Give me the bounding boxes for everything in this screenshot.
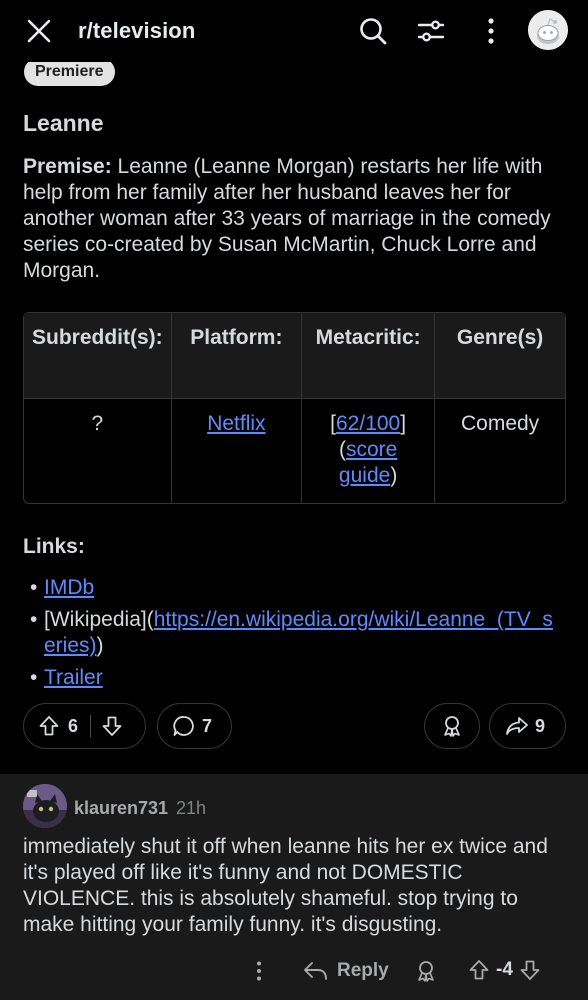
comment-icon (172, 714, 196, 738)
vote-pill: 6 (23, 703, 146, 749)
paren-close: ) (390, 464, 398, 487)
table-header: Subreddit(s): (24, 313, 172, 399)
award-icon[interactable] (414, 959, 438, 983)
metacritic-score-link[interactable]: 62/100 (336, 412, 400, 435)
reply-label: Reply (337, 960, 389, 981)
share-count: 9 (535, 715, 546, 736)
table-header: Platform: (171, 313, 303, 399)
comment-count: 7 (202, 715, 213, 736)
comments-button[interactable]: 7 (157, 703, 232, 749)
links-heading: Links: (23, 535, 85, 558)
filter-icon[interactable] (412, 12, 450, 50)
list-item: Trailer (30, 665, 554, 691)
vote-divider (90, 715, 92, 737)
genre-cell: Comedy (460, 412, 540, 435)
metacritic-cell: [62/100] (score guide) (302, 399, 436, 503)
list-item: [Wikipedia](https://en.wikipedia.org/wik… (30, 607, 554, 659)
share-button[interactable]: 9 (489, 703, 566, 749)
comment-timestamp: 21h (176, 798, 207, 818)
award-icon (440, 714, 464, 738)
wikipedia-prefix: [Wikipedia]( (44, 608, 154, 631)
more-vertical-icon[interactable] (472, 12, 510, 50)
post-heading: Leanne (23, 110, 104, 136)
downvote-icon[interactable] (101, 715, 123, 737)
show-info-table: Subreddit(s): Platform: Metacritic: Genr… (23, 312, 566, 504)
top-bar: r/television (0, 0, 588, 62)
post-flair[interactable]: Premiere (24, 58, 115, 86)
wikipedia-suffix: ) (96, 634, 104, 657)
bracket-close: ] (400, 412, 407, 435)
paren-open: ( (338, 438, 346, 461)
netflix-link[interactable]: Netflix (207, 412, 265, 435)
comment-text: immediately shut it off when leanne hits… (23, 835, 548, 936)
close-icon[interactable] (22, 14, 56, 48)
search-icon[interactable] (354, 12, 392, 50)
reply-icon (303, 960, 329, 982)
premise-paragraph: Premise: Leanne (Leanne Morgan) restarts… (23, 154, 563, 284)
upvote-icon[interactable] (468, 959, 490, 981)
comment-actions: Reply -4 (0, 950, 588, 994)
more-vertical-icon[interactable] (254, 960, 264, 982)
downvote-icon[interactable] (519, 959, 541, 981)
subreddit-title[interactable]: r/television (78, 18, 195, 44)
imdb-link[interactable]: IMDb (44, 576, 94, 599)
reply-button[interactable]: Reply (303, 960, 389, 982)
user-avatar[interactable] (528, 10, 568, 50)
comment-username[interactable]: klauren731 (74, 798, 168, 819)
upvote-icon[interactable] (38, 715, 60, 737)
table-row: ? Netflix [62/100] (score guide) Comedy (24, 399, 565, 503)
trailer-link[interactable]: Trailer (44, 666, 103, 689)
comment: klauren731 21h immediately shut it off w… (0, 774, 588, 1000)
subreddit-cell: ? (24, 399, 172, 503)
upvote-count: 6 (68, 715, 79, 736)
share-icon (505, 714, 529, 738)
commenter-avatar[interactable] (23, 784, 67, 828)
comment-score: -4 (496, 959, 513, 980)
platform-cell: Netflix (172, 399, 303, 503)
premise-label: Premise: (23, 155, 112, 178)
post-body: Premiere Leanne Premise: Leanne (Leanne … (0, 58, 588, 760)
award-button[interactable] (424, 703, 480, 749)
comment-vote: -4 (468, 959, 541, 981)
table-header-row: Subreddit(s): Platform: Metacritic: Genr… (24, 313, 565, 399)
score-guide-link[interactable]: score guide (339, 438, 397, 487)
list-item: IMDb (30, 575, 554, 601)
section-divider (0, 760, 588, 774)
table-header: Metacritic: (302, 313, 436, 399)
table-header: Genre(s) (435, 313, 565, 399)
links-list: IMDb [Wikipedia](https://en.wikipedia.or… (30, 575, 554, 697)
